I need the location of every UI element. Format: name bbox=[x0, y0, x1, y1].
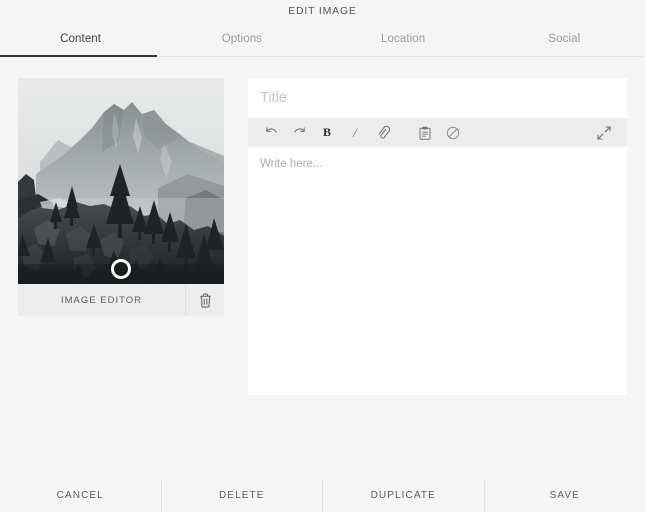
post-editor: B / bbox=[248, 78, 627, 395]
bold-icon[interactable]: B bbox=[313, 118, 341, 147]
modal-body: IMAGE EDITOR bbox=[0, 57, 645, 512]
editor-toolbar: B / bbox=[248, 118, 627, 147]
trash-icon bbox=[199, 293, 212, 308]
expand-icon[interactable] bbox=[590, 118, 618, 147]
clear-format-icon[interactable] bbox=[439, 118, 467, 147]
clipboard-icon[interactable] bbox=[411, 118, 439, 147]
tab-location[interactable]: Location bbox=[323, 22, 484, 56]
cancel-button[interactable]: CANCEL bbox=[0, 479, 162, 512]
title-input[interactable] bbox=[260, 90, 615, 106]
edit-image-modal: EDIT IMAGE Content Options Location Soci… bbox=[0, 0, 645, 512]
tab-social[interactable]: Social bbox=[484, 22, 645, 56]
title-field bbox=[248, 78, 627, 118]
modal-header: EDIT IMAGE bbox=[0, 0, 645, 22]
tab-bar: Content Options Location Social bbox=[0, 22, 645, 57]
image-editor-button[interactable]: IMAGE EDITOR bbox=[18, 284, 186, 316]
tab-options[interactable]: Options bbox=[161, 22, 322, 56]
focal-point-marker[interactable] bbox=[111, 259, 131, 279]
mountain-photo bbox=[18, 78, 224, 284]
page-title: EDIT IMAGE bbox=[288, 5, 356, 17]
link-icon[interactable] bbox=[369, 118, 397, 147]
image-card: IMAGE EDITOR bbox=[18, 78, 224, 316]
delete-button[interactable]: DELETE bbox=[162, 479, 324, 512]
redo-icon[interactable] bbox=[285, 118, 313, 147]
undo-icon[interactable] bbox=[257, 118, 285, 147]
image-thumbnail[interactable] bbox=[18, 78, 224, 284]
body-editor[interactable]: Write here... bbox=[248, 147, 627, 395]
body-placeholder: Write here... bbox=[260, 158, 615, 170]
italic-icon[interactable]: / bbox=[341, 118, 369, 147]
action-bar: CANCEL DELETE DUPLICATE SAVE bbox=[0, 479, 645, 512]
duplicate-button[interactable]: DUPLICATE bbox=[323, 479, 485, 512]
tab-content[interactable]: Content bbox=[0, 22, 161, 56]
save-button[interactable]: SAVE bbox=[485, 479, 645, 512]
image-actions: IMAGE EDITOR bbox=[18, 284, 224, 316]
delete-image-button[interactable] bbox=[186, 284, 224, 316]
